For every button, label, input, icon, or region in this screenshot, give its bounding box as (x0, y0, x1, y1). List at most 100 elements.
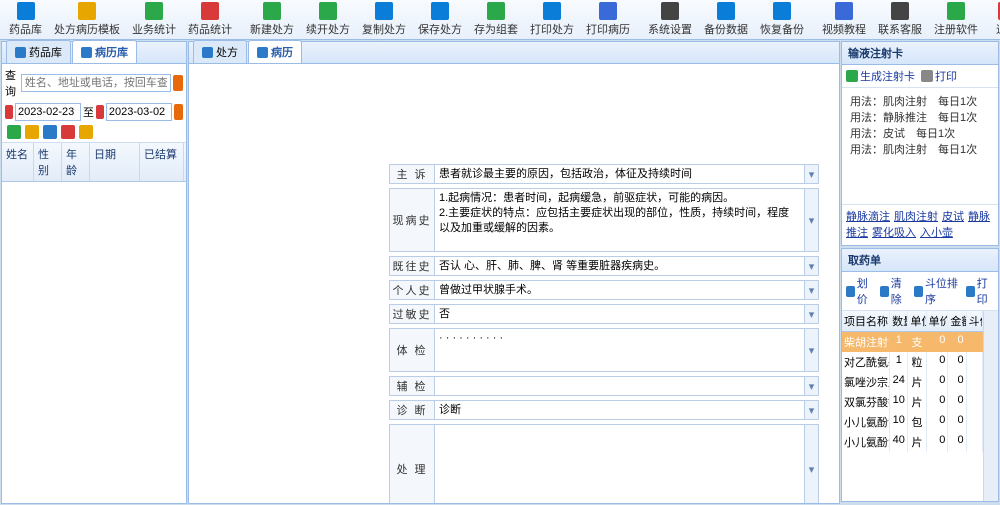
med-col-3[interactable]: 单价 (927, 311, 949, 331)
clear-icon (880, 286, 889, 297)
med-col-0[interactable]: 项目名称 (842, 311, 890, 331)
treatment-dropdown[interactable]: ▾ (804, 425, 818, 503)
chief-complaint-dropdown[interactable]: ▾ (804, 165, 818, 183)
calendar-to-icon[interactable] (96, 105, 104, 119)
register-button[interactable]: 注册软件 (928, 1, 984, 38)
allergy-history-label: 过敏史 (389, 304, 435, 324)
med-col-1[interactable]: 数量 (890, 311, 908, 331)
diagnosis-dropdown[interactable]: ▾ (804, 401, 818, 419)
date-go-icon[interactable] (174, 104, 183, 120)
print-record-button[interactable]: 打印病历 (580, 1, 636, 38)
add-icon[interactable] (7, 125, 21, 139)
dosage-line-0: 用法：肌肉注射 每日1次 (850, 94, 990, 110)
medication-table-body: 柴胡注射液1支00对乙酰氨基…1粒00氯唑沙宗片24片00双氯芬酸钠…10片00… (842, 332, 983, 452)
biz-stats-button[interactable]: 业务统计 (126, 1, 182, 38)
save-as-group-icon (487, 2, 505, 20)
med-col-5[interactable]: 斗位 (967, 311, 983, 331)
video-tutorial-icon (835, 2, 853, 20)
generate-card-button[interactable]: 生成注射卡 (846, 68, 915, 84)
infusion-card-panel: 输液注射卡 生成注射卡 打印 用法：肌肉注射 每日1次用法：静脉推注 每日1次用… (841, 41, 999, 246)
route-link-4[interactable]: 雾化吸入 (872, 227, 916, 239)
med-col-2[interactable]: 单位 (908, 311, 926, 331)
auxiliary-exam-label: 辅 检 (389, 376, 435, 396)
drug-library-label: 药品库 (9, 21, 42, 37)
diagnosis-input[interactable]: 诊断 (435, 401, 804, 419)
copy-rx-icon (375, 2, 393, 20)
tab-rx[interactable]: 处方 (193, 40, 247, 63)
copy-rx-button[interactable]: 复制处方 (356, 1, 412, 38)
auxiliary-exam-dropdown[interactable]: ▾ (804, 377, 818, 395)
chief-complaint-input[interactable]: 患者就诊最主要的原因，包括政治，体征及持续时间 (435, 165, 804, 183)
scrollbar[interactable] (983, 311, 998, 501)
video-tutorial-label: 视频教程 (822, 21, 866, 37)
video-tutorial-button[interactable]: 视频教程 (816, 1, 872, 38)
copy-rx-label: 复制处方 (362, 21, 406, 37)
edit-icon[interactable] (43, 125, 57, 139)
drug-stats-button[interactable]: 药品统计 (182, 1, 238, 38)
route-link-2[interactable]: 皮试 (942, 211, 964, 223)
tab-record-library[interactable]: 病历库 (72, 40, 137, 63)
sort-button[interactable]: 斗位排序 (914, 275, 960, 307)
price-button[interactable]: 划价 (846, 275, 874, 307)
backup-button[interactable]: 备份数据 (698, 1, 754, 38)
med-col-4[interactable]: 金额 (948, 311, 966, 331)
med-row-3[interactable]: 双氯芬酸钠…10片00 (842, 392, 983, 412)
contact-cs-button[interactable]: 联系客服 (872, 1, 928, 38)
patient-col-3[interactable]: 日期 (90, 143, 140, 181)
med-row-2[interactable]: 氯唑沙宗片24片00 (842, 372, 983, 392)
patient-col-4[interactable]: 已结算 (140, 143, 184, 181)
record-body: 主 诉 患者就诊最主要的原因，包括政治，体征及持续时间 ▾ 现病史 1.起病情况… (189, 64, 839, 503)
delete-icon[interactable] (61, 125, 75, 139)
print-rx-button[interactable]: 打印处方 (524, 1, 580, 38)
date-to-input[interactable] (106, 103, 172, 121)
rx-template-button[interactable]: 处方病历模板 (48, 1, 126, 38)
med-row-4[interactable]: 小儿氨酚黄…10包00 (842, 412, 983, 432)
auxiliary-exam-input[interactable] (435, 377, 804, 395)
physical-exam-dropdown[interactable]: ▾ (804, 329, 818, 371)
restore-button[interactable]: 恢复备份 (754, 1, 810, 38)
backup-label: 备份数据 (704, 21, 748, 37)
clear-button[interactable]: 清除 (880, 275, 908, 307)
route-link-1[interactable]: 肌肉注射 (894, 211, 938, 223)
tab-record[interactable]: 病历 (248, 40, 302, 63)
save-rx-label: 保存处方 (418, 21, 462, 37)
med-row-0[interactable]: 柴胡注射液1支00 (842, 332, 983, 352)
calendar-from-icon[interactable] (5, 105, 13, 119)
reopen-rx-button[interactable]: 续开处方 (300, 1, 356, 38)
allergy-history-dropdown[interactable]: ▾ (804, 305, 818, 323)
med-row-5[interactable]: 小儿氨酚黄…40片00 (842, 432, 983, 452)
new-rx-button[interactable]: 新建处方 (244, 1, 300, 38)
search-icon[interactable] (173, 75, 183, 91)
route-link-5[interactable]: 入小壶 (920, 227, 953, 239)
save-as-group-button[interactable]: 存为组套 (468, 1, 524, 38)
present-history-dropdown[interactable]: ▾ (804, 189, 818, 251)
patient-col-1[interactable]: 性别 (34, 143, 62, 181)
present-history-input[interactable]: 1.起病情况：患者时间，起病缓急，前驱症状，可能的病因。 2.主要症状的特点：应… (435, 189, 804, 251)
search-input[interactable] (21, 74, 171, 92)
open-icon[interactable] (25, 125, 39, 139)
personal-history-dropdown[interactable]: ▾ (804, 281, 818, 299)
tab-drug-library[interactable]: 药品库 (6, 40, 71, 63)
sys-settings-button[interactable]: 系统设置 (642, 1, 698, 38)
export-icon[interactable] (79, 125, 93, 139)
drug-library-button[interactable]: 药品库 (3, 1, 48, 38)
route-link-0[interactable]: 静脉滴注 (846, 211, 890, 223)
contact-cs-icon (891, 2, 909, 20)
register-icon (947, 2, 965, 20)
patient-col-0[interactable]: 姓名 (2, 143, 34, 181)
past-history-input[interactable]: 否认 心、肝、肺、脾、肾 等重要脏器疾病史。 (435, 257, 804, 275)
auxiliary-exam-row: 辅 检 ▾ (389, 376, 819, 396)
treatment-input[interactable] (435, 425, 804, 503)
print-card-button[interactable]: 打印 (921, 68, 957, 84)
past-history-dropdown[interactable]: ▾ (804, 257, 818, 275)
patient-col-2[interactable]: 年龄 (62, 143, 90, 181)
print-button[interactable]: 打印 (966, 275, 994, 307)
physical-exam-input[interactable]: · · · · · · · · · · (435, 329, 804, 371)
date-from-input[interactable] (15, 103, 81, 121)
rx-template-label: 处方病历模板 (54, 21, 120, 37)
med-row-1[interactable]: 对乙酰氨基…1粒00 (842, 352, 983, 372)
save-rx-button[interactable]: 保存处方 (412, 1, 468, 38)
allergy-history-input[interactable]: 否 (435, 305, 804, 323)
personal-history-input[interactable]: 曾做过甲状腺手术。 (435, 281, 804, 299)
exit-button[interactable]: 退出 (990, 1, 1000, 38)
